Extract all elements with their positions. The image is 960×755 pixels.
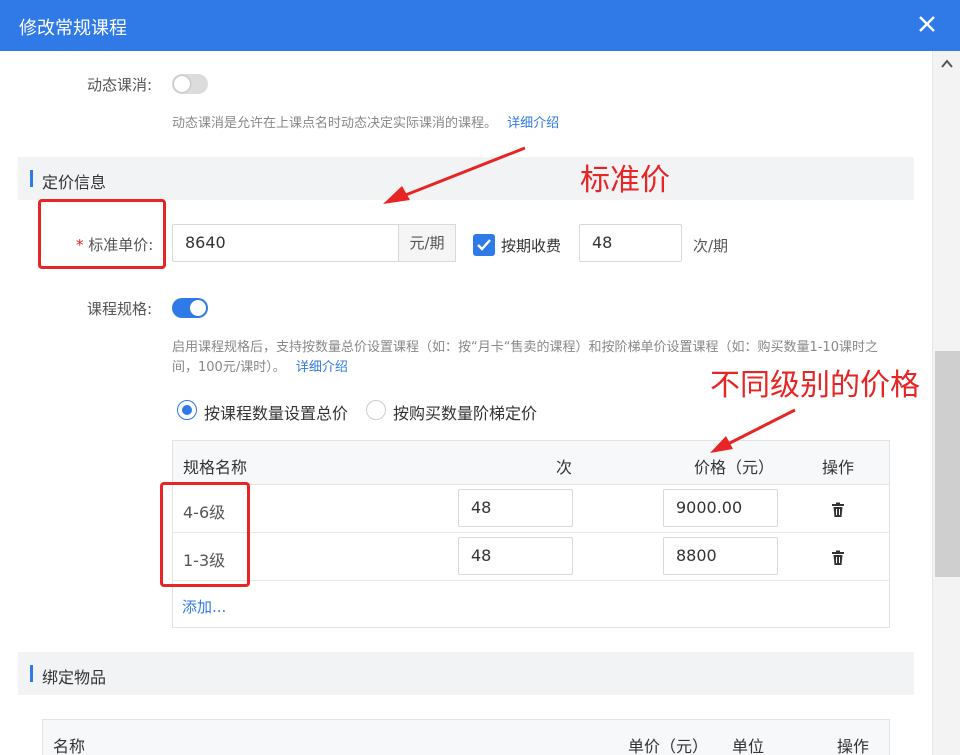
spec-name-cell: 4-6级 xyxy=(183,503,226,522)
radio-total-price[interactable] xyxy=(177,400,197,420)
spec-price-input[interactable]: 8800 xyxy=(663,537,778,575)
col-bind-unit-price: 单价（元） xyxy=(628,737,709,755)
dynamic-cancel-label: 动态课消: xyxy=(87,76,153,94)
col-bind-name: 名称 xyxy=(53,737,86,755)
col-bind-actions: 操作 xyxy=(837,737,870,755)
toggle-knob xyxy=(174,76,190,92)
dialog-title: 修改常规课程 xyxy=(19,18,127,39)
table-row: 1-3级 48 8800 xyxy=(173,533,889,581)
radio-tier-price[interactable] xyxy=(366,400,386,420)
pricing-section-header: 定价信息 xyxy=(18,157,914,200)
period-count-unit: 次/期 xyxy=(693,237,729,255)
bind-table-header: 名称 单价（元） 单位 操作 xyxy=(42,719,890,755)
standard-price-label-text: 标准单价: xyxy=(88,236,154,254)
chevron-up-icon[interactable] xyxy=(940,57,954,71)
section-accent-bar xyxy=(30,665,33,682)
required-mark: * xyxy=(76,236,84,254)
close-icon[interactable] xyxy=(916,13,938,35)
tier-price-annotation: 不同级别的价格 xyxy=(710,368,920,403)
dynamic-cancel-detail-link[interactable]: 详细介绍 xyxy=(507,116,559,131)
col-count: 次 xyxy=(556,458,573,477)
toggle-knob xyxy=(190,300,206,316)
spec-name-cell: 1-3级 xyxy=(183,551,226,570)
by-period-label[interactable]: 按期收费 xyxy=(501,235,561,256)
trash-icon[interactable] xyxy=(830,502,846,518)
trash-icon[interactable] xyxy=(830,550,846,566)
col-actions: 操作 xyxy=(822,458,855,477)
bind-section-title: 绑定物品 xyxy=(42,668,107,687)
standard-price-input[interactable]: 8640 xyxy=(172,224,399,262)
spec-count-input[interactable]: 48 xyxy=(458,489,573,527)
bind-section-header: 绑定物品 xyxy=(18,652,914,695)
spec-detail-link[interactable]: 详细介绍 xyxy=(296,360,348,375)
standard-price-label: * 标准单价: xyxy=(76,234,153,255)
spec-price-input[interactable]: 9000.00 xyxy=(663,489,778,527)
col-price: 价格（元） xyxy=(694,458,775,477)
period-count-input[interactable]: 48 xyxy=(579,224,682,262)
pricing-section-title: 定价信息 xyxy=(42,173,107,192)
spec-label: 课程规格: xyxy=(87,300,153,318)
spec-table: 规格名称 次 价格（元） 操作 4-6级 48 9000.00 1-3级 48 … xyxy=(172,440,890,628)
scrollbar[interactable] xyxy=(932,51,960,755)
spec-count-input[interactable]: 48 xyxy=(458,537,573,575)
scrollbar-thumb[interactable] xyxy=(935,351,960,577)
dialog-header: 修改常规课程 xyxy=(0,0,960,51)
add-spec-link[interactable]: 添加... xyxy=(182,596,226,617)
radio-tier-price-label[interactable]: 按购买数量阶梯定价 xyxy=(393,400,537,424)
spec-table-header: 规格名称 次 价格（元） 操作 xyxy=(173,441,889,485)
by-period-checkbox[interactable] xyxy=(473,234,495,256)
spec-toggle[interactable] xyxy=(172,298,208,318)
dynamic-cancel-hint-text: 动态课消是允许在上课点名时动态决定实际课消的课程。 xyxy=(172,116,498,131)
price-unit-addon: 元/期 xyxy=(398,224,456,262)
dynamic-cancel-hint: 动态课消是允许在上课点名时动态决定实际课消的课程。 详细介绍 xyxy=(172,114,559,134)
table-row: 4-6级 48 9000.00 xyxy=(173,485,889,533)
check-icon xyxy=(477,239,491,251)
col-spec-name: 规格名称 xyxy=(183,458,248,477)
section-accent-bar xyxy=(30,170,33,187)
dynamic-cancel-toggle[interactable] xyxy=(172,74,208,94)
col-bind-unit: 单位 xyxy=(732,737,765,755)
radio-total-price-label[interactable]: 按课程数量设置总价 xyxy=(204,400,348,424)
standard-price-annotation: 标准价 xyxy=(580,163,670,198)
